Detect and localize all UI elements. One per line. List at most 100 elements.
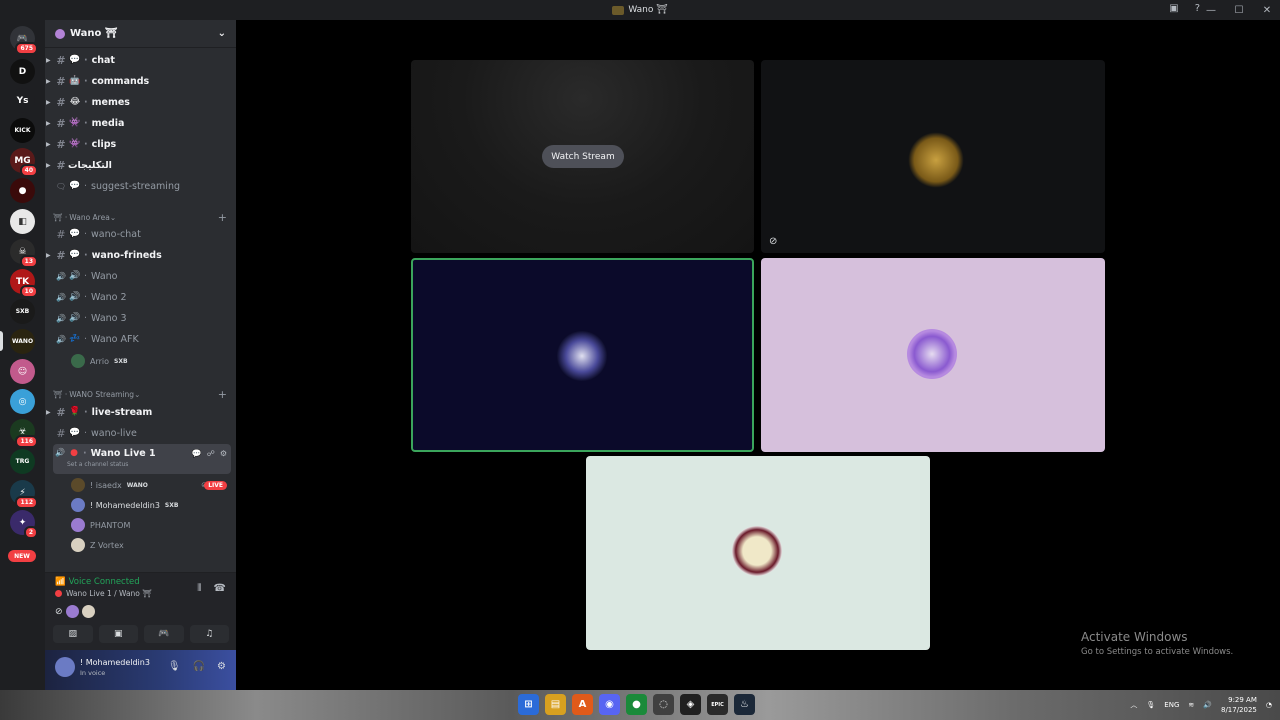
taskbar-app-icon[interactable]: ◈: [680, 694, 701, 715]
activity-button[interactable]: 🎮: [144, 625, 184, 643]
add-channel-button[interactable]: +: [218, 211, 227, 224]
server-tag: WANO: [126, 481, 148, 489]
notification-icon[interactable]: ◔: [1266, 701, 1272, 709]
channel-text[interactable]: # 💬 · wano-live: [53, 423, 231, 443]
chevron-up-icon[interactable]: ︿: [1130, 700, 1137, 710]
server-mg[interactable]: MG 40: [10, 148, 38, 177]
channel-text[interactable]: ▶ # التكليجات: [46, 155, 231, 175]
separator-dot: ·: [84, 96, 88, 108]
channel-voice[interactable]: 🔊 🔊 · Wano 3: [53, 308, 231, 328]
volume-icon[interactable]: 🔊: [1203, 701, 1212, 709]
channel-text[interactable]: 🗨 💬 · suggest-streaming: [53, 176, 231, 196]
channel-text[interactable]: ▶ # 😂 · memes: [46, 92, 231, 112]
participant-tile[interactable]: [586, 456, 930, 650]
server-d[interactable]: D: [10, 59, 35, 84]
server-kirby[interactable]: ☺: [10, 359, 35, 384]
participant-tile[interactable]: [761, 258, 1105, 452]
server-red[interactable]: ●: [10, 178, 35, 203]
server-green[interactable]: ☣ 116: [10, 419, 38, 448]
camera-button[interactable]: ▨: [53, 625, 93, 643]
server-white[interactable]: ◧: [10, 209, 35, 234]
category-header[interactable]: ⛩ · WANO Streaming ⌄ +: [53, 386, 231, 402]
channel-name: memes: [91, 96, 130, 108]
channel-text[interactable]: ▶ # 💬 · wano-frineds: [46, 245, 231, 265]
invite-icon[interactable]: ☍: [207, 449, 215, 458]
server-kick[interactable]: KICK: [10, 118, 35, 143]
soundboard-button[interactable]: ♫: [189, 625, 229, 643]
channel-status-hint[interactable]: Set a channel status: [67, 461, 128, 468]
headphones-icon[interactable]: 🎧: [193, 661, 205, 672]
channel-emoji: 🔊: [69, 313, 81, 323]
taskbar-app-icon[interactable]: ●: [626, 694, 647, 715]
channel-name: commands: [91, 75, 150, 87]
new-badge[interactable]: NEW: [8, 550, 36, 562]
channel-name: suggest-streaming: [91, 180, 180, 192]
taskbar-app-icon[interactable]: ◉: [599, 694, 620, 715]
discord-home-icon[interactable]: 🎮 675: [10, 26, 38, 55]
watch-stream-button[interactable]: Watch Stream: [542, 145, 624, 168]
channel-emoji: 💬: [69, 250, 81, 260]
channel-text[interactable]: ▶ # 🌹 · live-stream: [46, 402, 231, 422]
voice-user[interactable]: Arrio SXB: [71, 352, 231, 370]
channel-name: wano-live: [91, 427, 137, 439]
taskbar-app-icon[interactable]: EPIC: [707, 694, 728, 715]
server-trg[interactable]: TRG: [10, 449, 35, 474]
mic-tray-icon[interactable]: 🎙: [1146, 701, 1155, 709]
minimize-button[interactable]: —: [1204, 5, 1218, 16]
server-tk[interactable]: TK 10: [10, 269, 38, 298]
chevron-down-icon[interactable]: ⌄: [218, 28, 226, 39]
channel-voice[interactable]: 🔊 🔊 · Wano: [53, 266, 231, 286]
taskbar-app-icon[interactable]: ♨: [734, 694, 755, 715]
maximize-button[interactable]: ☐: [1232, 5, 1246, 16]
avatar[interactable]: [55, 657, 75, 677]
server-header[interactable]: Wano ⛩ ⌄: [45, 20, 236, 48]
clock[interactable]: 9:29 AM 8/17/2025: [1221, 695, 1257, 715]
channel-text[interactable]: ▶ # 💬 · chat: [46, 50, 231, 70]
server-initials: TRG: [15, 458, 30, 465]
caret-right-icon: ▶: [46, 161, 51, 169]
mention-badge: 112: [15, 496, 38, 509]
taskbar-app-icon[interactable]: ⊞: [518, 694, 539, 715]
close-button[interactable]: ✕: [1260, 5, 1274, 16]
voice-user[interactable]: PHANTOM: [71, 516, 231, 534]
voice-user[interactable]: ! isaedxWANO⊘LIVE: [71, 476, 231, 494]
channel-text[interactable]: ▶ # 👾 · clips: [46, 134, 231, 154]
taskbar-app-icon[interactable]: ▤: [545, 694, 566, 715]
noise-suppression-icon[interactable]: ⦀: [197, 583, 201, 594]
add-channel-button[interactable]: +: [218, 388, 227, 401]
channel-text[interactable]: # 💬 · wano-chat: [53, 224, 231, 244]
channel-voice[interactable]: 🔊 💤 · Wano AFK: [53, 329, 231, 349]
channel-text[interactable]: ▶ # 🤖 · commands: [46, 71, 231, 91]
server-skull[interactable]: ☠ 13: [10, 239, 38, 268]
server-purple[interactable]: ✦ 2: [10, 510, 38, 539]
server-wano[interactable]: WANO: [0, 329, 35, 354]
server-teal[interactable]: ⚡ 112: [10, 480, 38, 509]
server-sxb[interactable]: SXB: [10, 299, 35, 324]
channel-text[interactable]: ▶ # 👾 · media: [46, 113, 231, 133]
taskbar-app-icon[interactable]: A: [572, 694, 593, 715]
channel-name: live-stream: [91, 406, 153, 418]
taskbar-app-icon[interactable]: ◌: [653, 694, 674, 715]
help-icon[interactable]: ?: [1195, 3, 1200, 14]
disconnect-icon[interactable]: ☎: [214, 583, 226, 594]
participant-tile-speaking[interactable]: [411, 258, 754, 452]
channel-voice[interactable]: 🔊 🔊 · Wano 2: [53, 287, 231, 307]
server-blue[interactable]: ◎: [10, 389, 35, 414]
channel-emoji: 👾: [69, 139, 81, 149]
mic-icon[interactable]: 🎙: [168, 661, 181, 672]
voice-user[interactable]: ! Mohamedeldin3 SXB: [71, 496, 231, 514]
category-header[interactable]: ⛩ · Wano Area ⌄ +: [53, 209, 231, 225]
chat-icon[interactable]: 💬: [192, 449, 202, 458]
voice-user[interactable]: Z Vortex: [71, 536, 231, 554]
language-indicator[interactable]: ENG: [1164, 701, 1179, 709]
participant-tile[interactable]: ⊘: [761, 60, 1105, 253]
wifi-icon[interactable]: ≋: [1188, 701, 1194, 709]
server-ys[interactable]: Ys: [10, 88, 35, 113]
gear-icon[interactable]: ⚙: [220, 449, 227, 458]
stream-tile[interactable]: Watch Stream: [411, 60, 754, 253]
share-screen-button[interactable]: ▣: [98, 625, 138, 643]
channel-voice-active[interactable]: 🔊 ● · Wano Live 1 Set a channel status 💬 ☍ ⚙: [53, 444, 231, 474]
gear-icon[interactable]: ⚙: [217, 661, 226, 672]
voice-channel-path[interactable]: Wano Live 1 / Wano ⛩: [55, 589, 152, 598]
inbox-icon[interactable]: ▣: [1169, 3, 1178, 14]
